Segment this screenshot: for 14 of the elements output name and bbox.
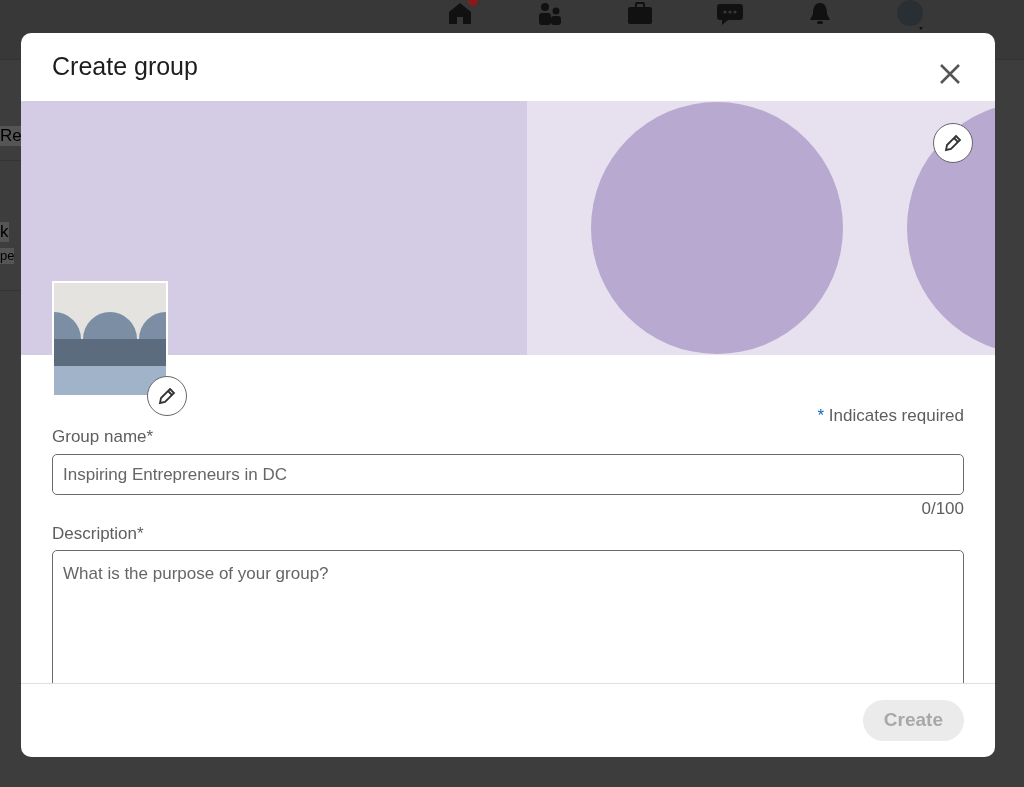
pencil-icon <box>944 134 962 152</box>
background-text: pe <box>0 248 15 264</box>
character-counter: 0/100 <box>920 498 964 520</box>
description-field[interactable]: What is the purpose of your group? <box>52 550 964 683</box>
dialog-title: Create group <box>52 51 198 81</box>
avatar-icon[interactable] <box>896 0 924 30</box>
field-label: Description* <box>52 524 145 544</box>
background-text: k <box>0 222 9 243</box>
edit-logo-button[interactable] <box>147 376 187 416</box>
pencil-icon <box>158 387 176 405</box>
group-name-field[interactable]: Inspiring Entrepreneurs in DC <box>52 454 964 495</box>
field-label: Group name* <box>52 427 155 447</box>
required-note: * Indicates required <box>816 405 964 427</box>
background-text: Re <box>0 126 22 147</box>
